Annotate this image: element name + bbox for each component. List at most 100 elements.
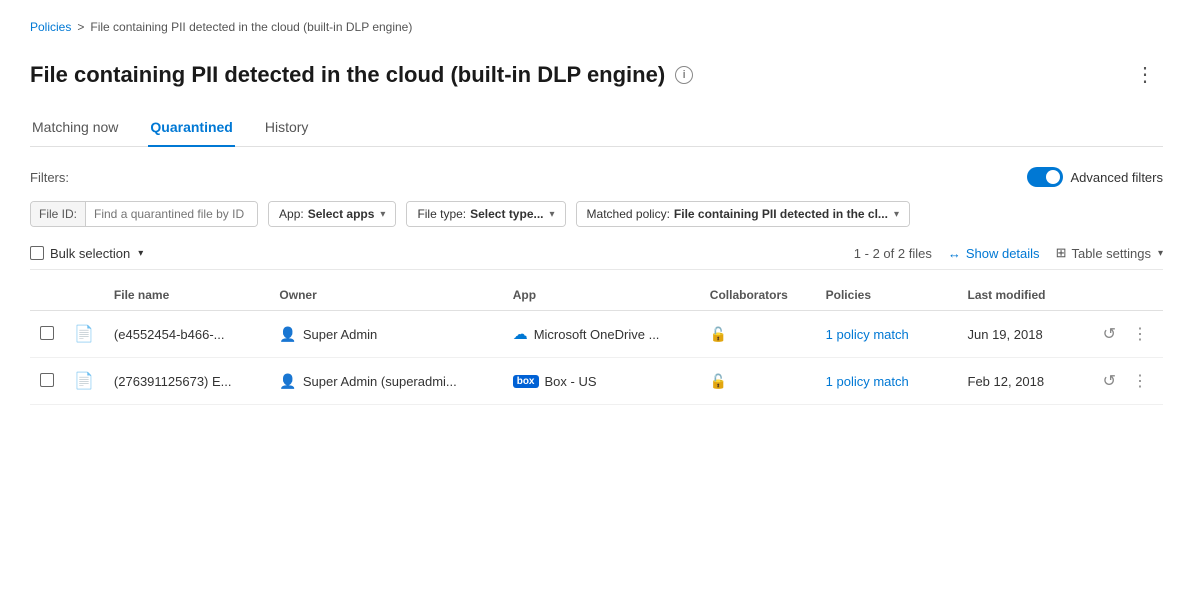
breadcrumb-separator: > bbox=[77, 20, 84, 34]
file-name-cell-0[interactable]: (e4552454-b466-... bbox=[104, 311, 270, 358]
file-id-input[interactable] bbox=[86, 202, 257, 226]
filter-bar: File ID: App: Select apps ▾ File type: S… bbox=[30, 201, 1163, 227]
row-more-button-0[interactable]: ⋮ bbox=[1127, 321, 1153, 347]
row-checkbox-0[interactable] bbox=[40, 326, 54, 340]
table-row: 📄 (276391125673) E... 👤 Super Admin (supe… bbox=[30, 358, 1163, 405]
file-type-value: Select type... bbox=[470, 207, 543, 221]
app-name-1[interactable]: Box - US bbox=[545, 374, 597, 389]
col-header-actions bbox=[1088, 280, 1163, 311]
bulk-selection[interactable]: Bulk selection ▾ bbox=[30, 246, 143, 261]
files-table: File name Owner App Collaborators Polici… bbox=[30, 280, 1163, 405]
matched-policy-chevron-icon: ▾ bbox=[894, 209, 899, 220]
more-options-icon[interactable]: ⋮ bbox=[1127, 58, 1163, 91]
tab-quarantined[interactable]: Quarantined bbox=[148, 111, 234, 147]
file-type-label: File type: bbox=[417, 207, 466, 221]
page-title: File containing PII detected in the clou… bbox=[30, 62, 693, 88]
owner-name-0: Super Admin bbox=[303, 327, 377, 342]
collaborators-cell-1: 🔓 bbox=[700, 358, 816, 405]
table-row: 📄(e4552454-b466-... 👤 Super Admin ☁ Micr… bbox=[30, 311, 1163, 358]
page-title-row: File containing PII detected in the clou… bbox=[30, 58, 1163, 91]
file-icon-cell-0: 📄 bbox=[64, 311, 104, 358]
file-id-filter: File ID: bbox=[30, 201, 258, 227]
matched-policy-select[interactable]: Matched policy: File containing PII dete… bbox=[577, 202, 909, 226]
table-settings-label: Table settings bbox=[1071, 246, 1151, 261]
page-title-text: File containing PII detected in the clou… bbox=[30, 62, 665, 88]
restore-button-1[interactable]: ↺ bbox=[1098, 368, 1121, 394]
toolbar-row: Bulk selection ▾ 1 - 2 of 2 files ↔ Show… bbox=[30, 245, 1163, 270]
policy-cell-1[interactable]: 1 policy match bbox=[816, 358, 958, 405]
bulk-select-checkbox[interactable] bbox=[30, 246, 44, 260]
app-cell-0: ☁ Microsoft OneDrive ... bbox=[503, 311, 700, 358]
col-header-icon bbox=[64, 280, 104, 311]
table-settings-chevron-icon: ▾ bbox=[1158, 248, 1163, 259]
table-header-row: File name Owner App Collaborators Polici… bbox=[30, 280, 1163, 311]
info-icon[interactable]: i bbox=[675, 66, 693, 84]
app-filter-label: App: bbox=[279, 207, 304, 221]
collaborators-cell-0: 🔓 bbox=[700, 311, 816, 358]
actions-cell-1: ↺ ⋮ bbox=[1088, 358, 1163, 405]
tab-history[interactable]: History bbox=[263, 111, 311, 147]
show-details-label[interactable]: Show details bbox=[966, 246, 1040, 261]
owner-cell-0: 👤 Super Admin bbox=[269, 311, 502, 358]
app-cell-1: box Box - US bbox=[503, 358, 700, 405]
file-type-filter[interactable]: File type: Select type... ▾ bbox=[406, 201, 565, 227]
file-type-select[interactable]: File type: Select type... ▾ bbox=[407, 202, 564, 226]
policy-match-0[interactable]: 1 policy match bbox=[826, 327, 909, 342]
file-count: 1 - 2 of 2 files bbox=[854, 246, 932, 261]
file-name-cell-1[interactable]: (276391125673) E... bbox=[104, 358, 270, 405]
filters-row: Filters: Advanced filters bbox=[30, 167, 1163, 187]
box-icon-1: box bbox=[513, 375, 539, 388]
app-name-0[interactable]: Microsoft OneDrive ... bbox=[534, 327, 660, 342]
file-id-label: File ID: bbox=[31, 202, 86, 226]
last-modified-cell-1: Feb 12, 2018 bbox=[958, 358, 1088, 405]
row-more-button-1[interactable]: ⋮ bbox=[1127, 368, 1153, 394]
file-icon-cell-1: 📄 bbox=[64, 358, 104, 405]
matched-policy-filter[interactable]: Matched policy: File containing PII dete… bbox=[576, 201, 910, 227]
policy-match-1[interactable]: 1 policy match bbox=[826, 374, 909, 389]
app-filter[interactable]: App: Select apps ▾ bbox=[268, 201, 396, 227]
breadcrumb-current: File containing PII detected in the clou… bbox=[90, 20, 412, 34]
col-header-collaborators: Collaborators bbox=[700, 280, 816, 311]
app-chevron-icon: ▾ bbox=[380, 209, 385, 220]
lock-icon-1: 🔓 bbox=[710, 373, 727, 389]
advanced-filters-toggle[interactable] bbox=[1027, 167, 1063, 187]
page-container: Policies > File containing PII detected … bbox=[0, 0, 1193, 596]
row-select-1[interactable] bbox=[30, 358, 64, 405]
breadcrumb: Policies > File containing PII detected … bbox=[30, 20, 1163, 34]
policy-cell-0[interactable]: 1 policy match bbox=[816, 311, 958, 358]
restore-button-0[interactable]: ↺ bbox=[1098, 321, 1121, 347]
app-filter-value: Select apps bbox=[308, 207, 375, 221]
onedrive-icon-0: ☁ bbox=[513, 325, 528, 343]
advanced-filters: Advanced filters bbox=[1027, 167, 1164, 187]
col-header-last-modified: Last modified bbox=[958, 280, 1088, 311]
show-details-button[interactable]: ↔ Show details bbox=[948, 246, 1040, 261]
tab-matching-now[interactable]: Matching now bbox=[30, 111, 120, 147]
actions-cell-0: ↺ ⋮ bbox=[1088, 311, 1163, 358]
matched-policy-value: File containing PII detected in the cl..… bbox=[674, 207, 888, 221]
row-select-0[interactable] bbox=[30, 311, 64, 358]
bulk-selection-chevron-icon[interactable]: ▾ bbox=[138, 248, 143, 259]
row-checkbox-1[interactable] bbox=[40, 373, 54, 387]
owner-icon-0: 👤 bbox=[279, 326, 296, 343]
owner-cell-1: 👤 Super Admin (superadmi... bbox=[269, 358, 502, 405]
col-header-select bbox=[30, 280, 64, 311]
filters-label: Filters: bbox=[30, 170, 69, 185]
file-type-chevron-icon: ▾ bbox=[550, 209, 555, 220]
col-header-policies: Policies bbox=[816, 280, 958, 311]
advanced-filters-label: Advanced filters bbox=[1071, 170, 1164, 185]
col-header-file-name: File name bbox=[104, 280, 270, 311]
matched-policy-label: Matched policy: bbox=[587, 207, 670, 221]
bulk-selection-label: Bulk selection bbox=[50, 246, 130, 261]
app-select[interactable]: App: Select apps ▾ bbox=[269, 202, 395, 226]
breadcrumb-parent-link[interactable]: Policies bbox=[30, 20, 71, 34]
last-modified-cell-0: Jun 19, 2018 bbox=[958, 311, 1088, 358]
toolbar-right: 1 - 2 of 2 files ↔ Show details ⊞ Table … bbox=[854, 245, 1163, 261]
file-icon-1: 📄 bbox=[74, 373, 94, 390]
table-settings-grid-icon: ⊞ bbox=[1056, 245, 1067, 261]
table-settings-button[interactable]: ⊞ Table settings ▾ bbox=[1056, 245, 1163, 261]
show-details-arrows-icon: ↔ bbox=[948, 246, 961, 261]
owner-name-1: Super Admin (superadmi... bbox=[303, 374, 457, 389]
tabs-bar: Matching now Quarantined History bbox=[30, 111, 1163, 147]
lock-icon-0: 🔓 bbox=[710, 326, 727, 342]
col-header-app: App bbox=[503, 280, 700, 311]
